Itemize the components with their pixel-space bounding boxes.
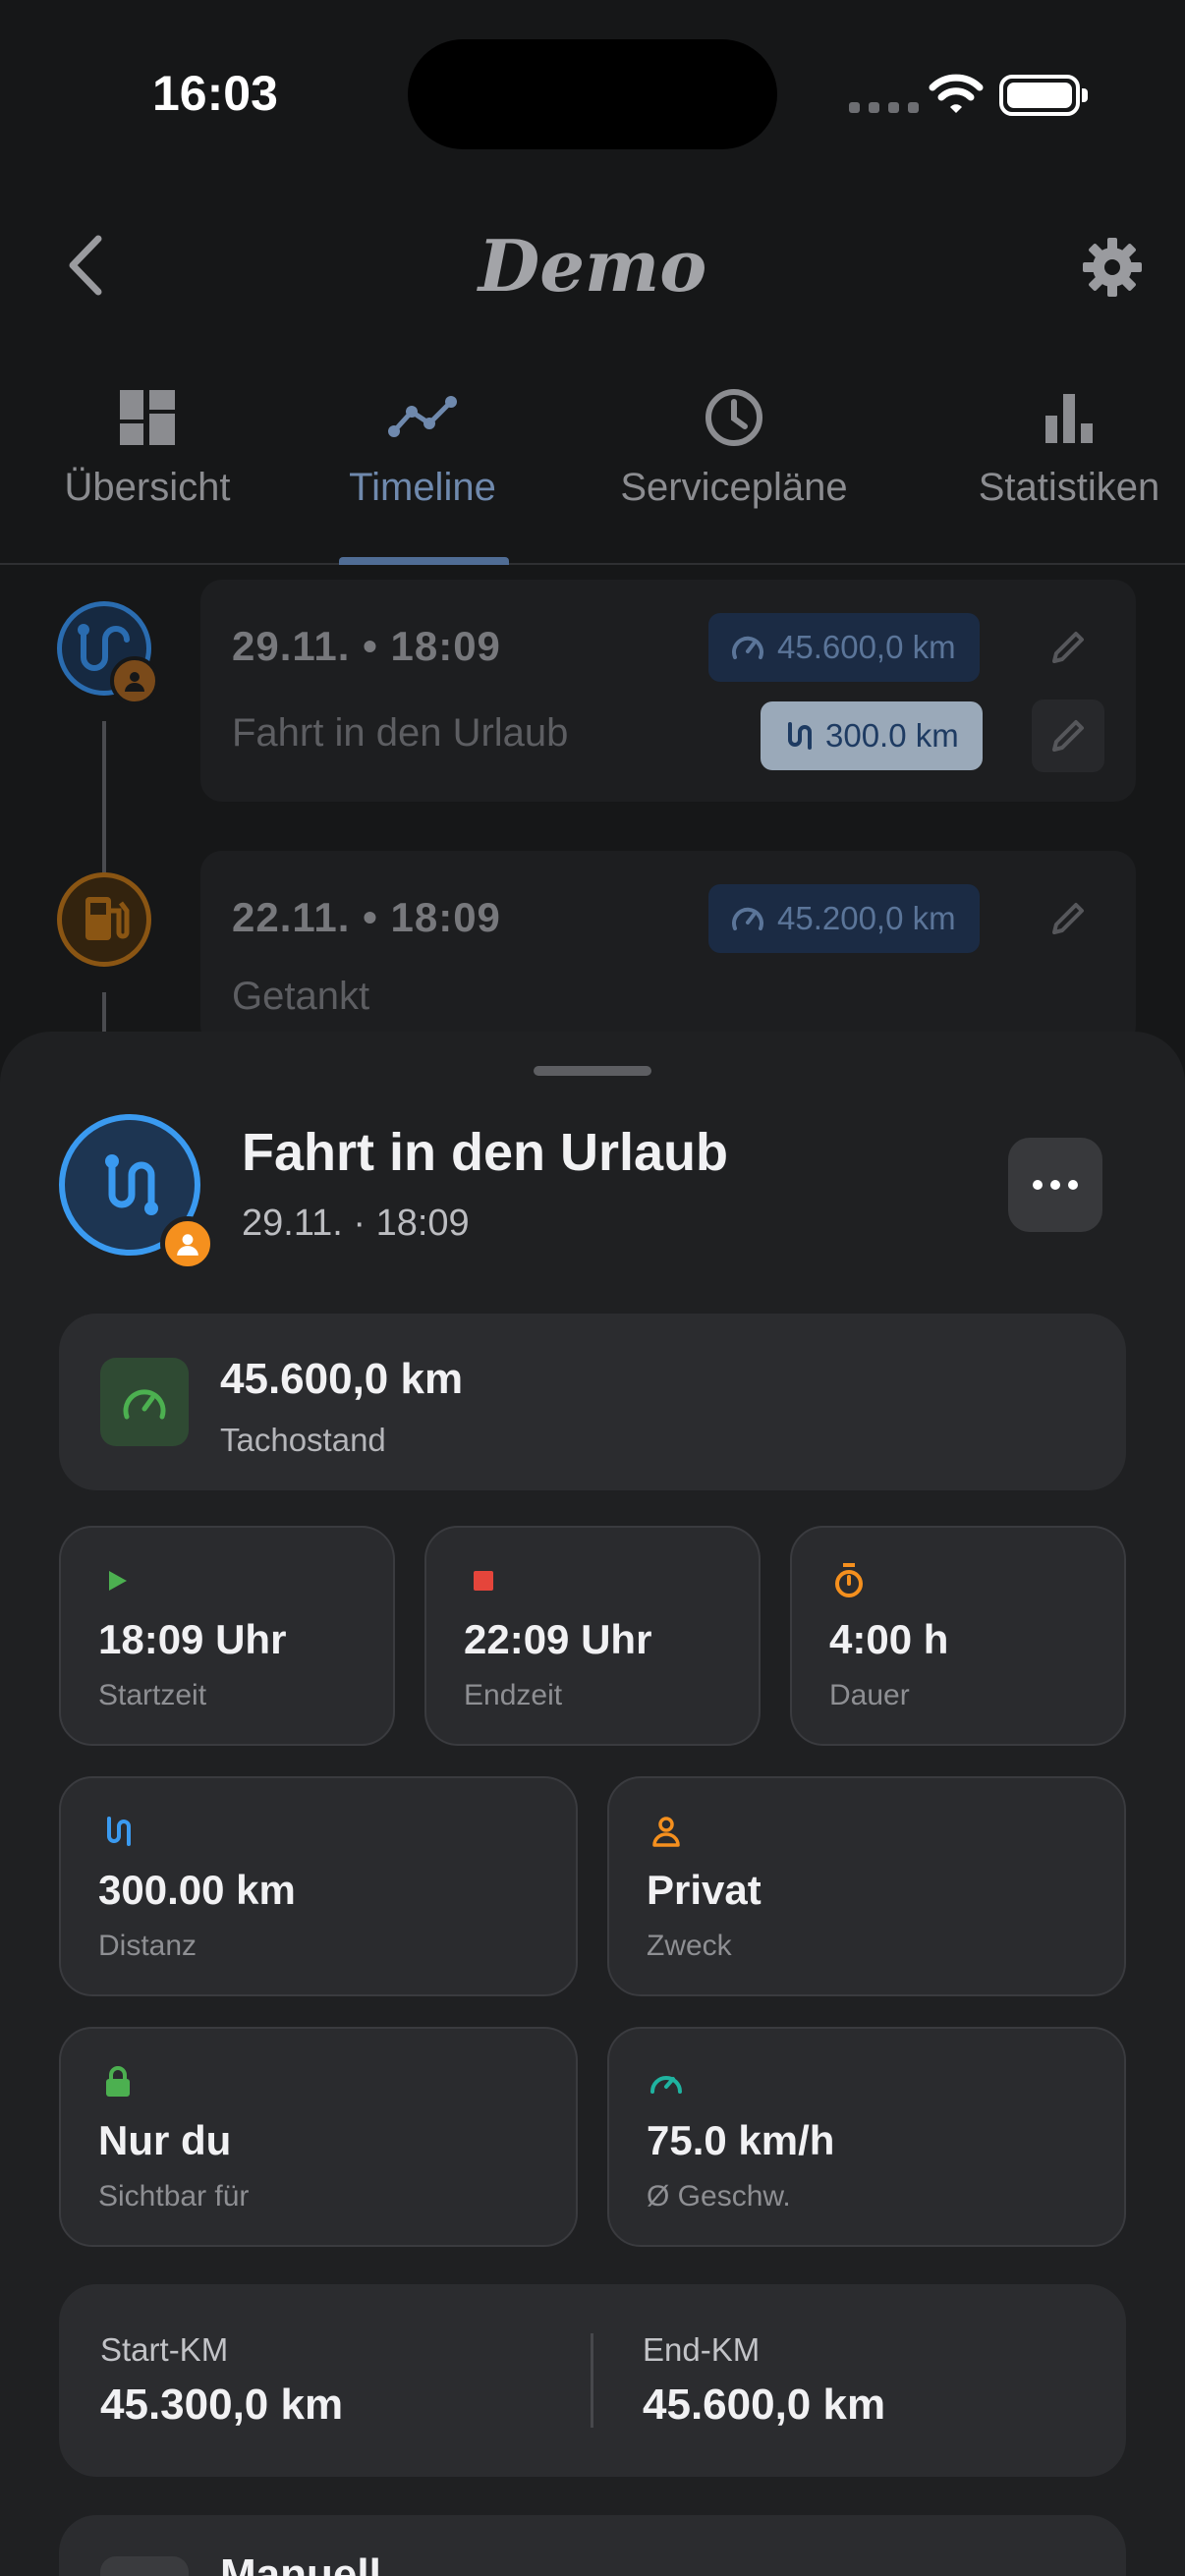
person-icon — [649, 1814, 684, 1849]
entry-title: Getankt — [232, 975, 370, 1018]
duration-label: Dauer — [829, 1679, 910, 1711]
timeline-entry-trip[interactable]: 29.11. • 18:09 Fahrt in den Urlaub 45.60… — [200, 580, 1136, 802]
speedometer-icon — [649, 2064, 684, 2100]
timeline-entry-fuel[interactable]: 22.11. • 18:09 Getankt 45.200,0 km — [200, 851, 1136, 1047]
pencil-icon[interactable] — [1032, 882, 1104, 955]
play-icon — [100, 1563, 136, 1598]
purpose-tile: Privat Zweck — [607, 1776, 1126, 1996]
odometer-value: 45.600,0 km — [777, 629, 956, 665]
timeline-connector — [102, 721, 106, 874]
entry-title: Fahrt in den Urlaub — [232, 711, 569, 755]
lock-icon — [100, 2064, 136, 2100]
divider — [591, 2333, 593, 2428]
dynamic-island — [408, 39, 777, 149]
speedometer-icon — [732, 907, 763, 930]
distance-label: Distanz — [98, 1930, 198, 1962]
gear-icon[interactable] — [1081, 236, 1144, 299]
fuel-pump-icon — [85, 897, 130, 940]
stop-icon — [466, 1563, 501, 1598]
route-icon — [105, 1154, 158, 1215]
wifi-icon — [929, 74, 984, 113]
distance-value: 300.0 km — [825, 717, 959, 754]
end-time-value: 22:09 Uhr — [464, 1616, 652, 1662]
tab-statistics[interactable]: Statistiken — [953, 383, 1185, 510]
clock-icon — [594, 383, 874, 452]
distance-pill: 300.0 km — [761, 701, 983, 770]
cellular-signal-icon — [849, 102, 919, 113]
end-time-tile: 22:09 Uhr Endzeit — [424, 1526, 761, 1746]
odometer-card: 45.600,0 km Tachostand — [59, 1314, 1126, 1490]
timeline-icon — [324, 383, 521, 452]
visibility-label: Sichtbar für — [98, 2180, 250, 2212]
route-icon — [788, 722, 812, 750]
person-badge-icon — [160, 1216, 215, 1271]
visibility-tile: Nur du Sichtbar für — [59, 2027, 578, 2247]
start-time-label: Startzeit — [98, 1679, 207, 1711]
battery-icon — [999, 75, 1088, 116]
end-time-label: Endzeit — [464, 1679, 563, 1711]
start-time-tile: 18:09 Uhr Startzeit — [59, 1526, 395, 1746]
tab-service-plans[interactable]: Servicepläne — [594, 383, 874, 510]
source-title: Manuell — [220, 2550, 381, 2576]
visibility-value: Nur du — [98, 2117, 232, 2163]
edit-source-icon — [100, 2556, 189, 2576]
detail-subtitle: 29.11. · 18:09 — [242, 1203, 470, 1244]
odometer-label: Tachostand — [220, 1422, 386, 1458]
active-tab-indicator — [339, 557, 509, 565]
status-bar: 16:03 — [0, 0, 1185, 196]
duration-tile: 4:00 h Dauer — [790, 1526, 1126, 1746]
tab-overview[interactable]: Übersicht — [39, 383, 255, 510]
sheet-grabber[interactable] — [534, 1066, 651, 1076]
average-speed-label: Ø Geschw. — [647, 2180, 791, 2212]
tab-bar: Übersicht Timeline Servicepläne Statisti… — [0, 383, 1185, 565]
tab-label: Timeline — [349, 466, 496, 509]
purpose-label: Zweck — [647, 1930, 732, 1962]
start-km-value: 45.300,0 km — [100, 2380, 344, 2429]
tab-timeline[interactable]: Timeline — [324, 383, 521, 510]
route-icon — [100, 1814, 136, 1849]
entry-date: 29.11. • 18:09 — [232, 623, 501, 669]
detail-sheet: Fahrt in den Urlaub 29.11. · 18:09 45.60… — [0, 1032, 1185, 2576]
background-screen: 16:03 Demo Übersicht Timeline Serviceplä… — [0, 0, 1185, 1081]
distance-tile: 300.00 km Distanz — [59, 1776, 578, 1996]
page-title: Demo — [478, 224, 707, 308]
status-time: 16:03 — [152, 66, 278, 121]
bar-chart-icon — [953, 383, 1185, 452]
timer-icon — [831, 1563, 867, 1598]
end-km-value: 45.600,0 km — [643, 2380, 886, 2429]
average-speed-value: 75.0 km/h — [647, 2117, 835, 2163]
odometer-value: 45.600,0 km — [220, 1355, 464, 1403]
start-time-value: 18:09 Uhr — [98, 1616, 287, 1662]
dashboard-icon — [39, 383, 255, 452]
purpose-value: Privat — [647, 1867, 762, 1913]
fuel-node[interactable] — [57, 872, 151, 967]
average-speed-tile: 75.0 km/h Ø Geschw. — [607, 2027, 1126, 2247]
km-range-card: Start-KM 45.300,0 km End-KM 45.600,0 km — [59, 2284, 1126, 2477]
odometer-pill: 45.600,0 km — [708, 613, 980, 682]
tab-label: Statistiken — [978, 466, 1160, 509]
more-options-button[interactable] — [1008, 1138, 1102, 1232]
tab-label: Servicepläne — [620, 466, 848, 509]
duration-value: 4:00 h — [829, 1616, 949, 1662]
odometer-pill: 45.200,0 km — [708, 884, 980, 953]
odometer-value: 45.200,0 km — [777, 900, 956, 936]
person-badge-icon — [110, 656, 159, 705]
source-card: Manuell — [59, 2515, 1126, 2576]
end-km-label: End-KM — [643, 2331, 761, 2368]
speedometer-icon — [100, 1358, 189, 1446]
distance-value: 300.00 km — [98, 1867, 296, 1913]
pencil-icon[interactable] — [1032, 700, 1104, 772]
entry-date: 22.11. • 18:09 — [232, 894, 501, 940]
start-km-label: Start-KM — [100, 2331, 229, 2368]
tab-label: Übersicht — [64, 466, 231, 509]
pencil-icon[interactable] — [1032, 611, 1104, 684]
speedometer-icon — [732, 636, 763, 659]
detail-title: Fahrt in den Urlaub — [242, 1123, 729, 1182]
